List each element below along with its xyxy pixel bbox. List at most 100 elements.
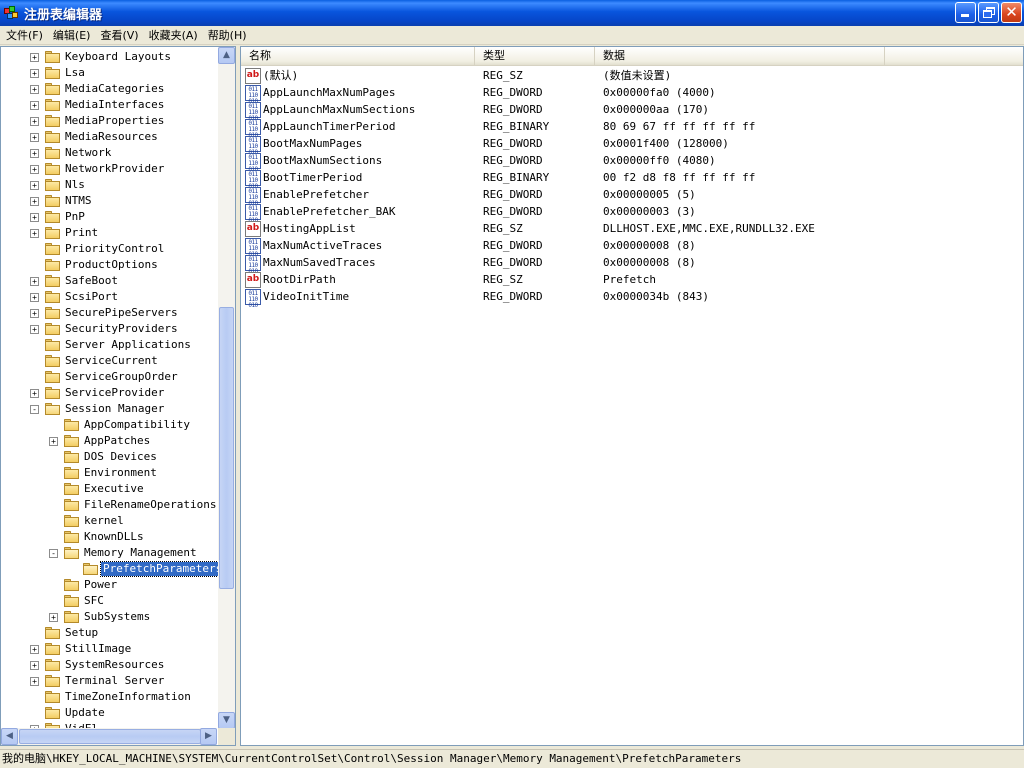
tree-item[interactable]: + MediaCategories xyxy=(1,81,217,97)
menu-help[interactable]: 帮助(H) xyxy=(204,27,253,43)
expand-icon[interactable]: + xyxy=(30,309,39,318)
value-row[interactable]: 011110010BootMaxNumPages REG_DWORD 0x0001f… xyxy=(241,136,1023,156)
expand-icon[interactable]: + xyxy=(30,133,39,142)
expand-icon[interactable]: + xyxy=(30,229,39,238)
expand-icon[interactable]: + xyxy=(30,69,39,78)
tree-item[interactable]: ProductOptions xyxy=(1,257,217,273)
value-row[interactable]: ab (默认) REG_SZ (数值未设置) xyxy=(241,68,1023,85)
values-list-pane[interactable]: 名称 类型 数据 ab(默认)REG_SZ(数值未设置)011110010App… xyxy=(240,46,1024,746)
expand-icon[interactable]: + xyxy=(30,197,39,206)
tree-item[interactable]: + ScsiPort xyxy=(1,289,217,305)
expand-icon[interactable]: + xyxy=(30,389,39,398)
column-header-type[interactable]: 类型 xyxy=(475,47,595,66)
menu-favorites[interactable]: 收藏夹(A) xyxy=(145,27,204,43)
tree-item[interactable]: + MediaInterfaces xyxy=(1,97,217,113)
tree-item[interactable]: ServiceCurrent xyxy=(1,353,217,369)
tree-item[interactable]: kernel xyxy=(1,513,217,529)
expand-icon[interactable]: + xyxy=(30,149,39,158)
tree-item[interactable]: + StillImage xyxy=(1,641,217,657)
menu-edit[interactable]: 编辑(E) xyxy=(49,27,97,43)
tree-item[interactable]: + AppPatches xyxy=(1,433,217,449)
tree-item[interactable]: AppCompatibility xyxy=(1,417,217,433)
tree-item[interactable]: Update xyxy=(1,705,217,721)
tree-horizontal-scroll-thumb[interactable] xyxy=(19,729,201,744)
tree-item[interactable]: + SecurePipeServers xyxy=(1,305,217,321)
value-row[interactable]: 011110010MaxNumActiveTraces REG_DWORD 0x00… xyxy=(241,238,1023,258)
column-header-data[interactable]: 数据 xyxy=(595,47,885,66)
value-row[interactable]: 011110010EnablePrefetcher_BAK REG_DWORD 0x… xyxy=(241,204,1023,224)
tree-item[interactable]: + SecurityProviders xyxy=(1,321,217,337)
restore-button[interactable] xyxy=(978,2,999,23)
value-row[interactable]: 011110010EnablePrefetcher REG_DWORD 0x0000… xyxy=(241,187,1023,207)
scroll-down-button[interactable]: ▼ xyxy=(218,712,235,729)
expand-icon[interactable]: + xyxy=(30,661,39,670)
tree-item[interactable]: - Session Manager xyxy=(1,401,217,417)
tree-item[interactable]: Executive xyxy=(1,481,217,497)
tree-vertical-scrollbar[interactable]: ▲ ▼ xyxy=(218,47,235,729)
tree-item[interactable]: + Network xyxy=(1,145,217,161)
tree-item[interactable]: + NTMS xyxy=(1,193,217,209)
tree-item[interactable]: + SafeBoot xyxy=(1,273,217,289)
scroll-left-button[interactable]: ◀ xyxy=(1,728,18,745)
tree-item[interactable]: PriorityControl xyxy=(1,241,217,257)
expand-icon[interactable]: + xyxy=(30,85,39,94)
value-row[interactable]: 011110010AppLaunchMaxNumSections REG_DWOR… xyxy=(241,102,1023,122)
tree-item[interactable]: DOS Devices xyxy=(1,449,217,465)
tree-item[interactable]: Setup xyxy=(1,625,217,641)
tree-item[interactable]: + Nls xyxy=(1,177,217,193)
tree-item[interactable]: ServiceGroupOrder xyxy=(1,369,217,385)
column-header-name[interactable]: 名称 xyxy=(241,47,475,66)
value-row[interactable]: ab HostingAppList REG_SZ DLLHOST.EXE,MMC.EX… xyxy=(241,221,1023,238)
expand-icon[interactable]: + xyxy=(30,277,39,286)
expand-icon[interactable]: + xyxy=(30,117,39,126)
tree-item[interactable]: + NetworkProvider xyxy=(1,161,217,177)
scroll-right-button[interactable]: ▶ xyxy=(200,728,217,745)
tree-item[interactable]: + Lsa xyxy=(1,65,217,81)
title-bar[interactable]: 注册表编辑器 ✕ xyxy=(0,0,1024,26)
tree-item[interactable]: + PnP xyxy=(1,209,217,225)
tree-vertical-scroll-thumb[interactable] xyxy=(219,307,234,589)
tree-item[interactable]: FileRenameOperations xyxy=(1,497,217,513)
expand-icon[interactable]: + xyxy=(30,165,39,174)
expand-icon[interactable]: + xyxy=(30,645,39,654)
value-row[interactable]: 011110010AppLaunchTimerPeriod REG_BINARY 8… xyxy=(241,119,1023,139)
expand-icon[interactable]: + xyxy=(30,181,39,190)
collapse-icon[interactable]: - xyxy=(30,405,39,414)
expand-icon[interactable]: + xyxy=(30,293,39,302)
tree-item[interactable]: TimeZoneInformation xyxy=(1,689,217,705)
tree-item[interactable]: Environment xyxy=(1,465,217,481)
value-row[interactable]: 011 110 010 VideoInitTime REG_DWORD 0x0000034… xyxy=(241,289,1023,309)
tree-item[interactable]: Server Applications xyxy=(1,337,217,353)
menu-view[interactable]: 查看(V) xyxy=(96,27,144,43)
expand-icon[interactable]: + xyxy=(49,613,58,622)
tree-item[interactable]: Power xyxy=(1,577,217,593)
tree-horizontal-scrollbar[interactable]: ◀ ▶ xyxy=(1,728,217,745)
value-row[interactable]: 011110010BootTimerPeriod REG_BINARY 00 f2 … xyxy=(241,170,1023,190)
tree-item[interactable]: + Keyboard Layouts xyxy=(1,49,217,65)
expand-icon[interactable]: + xyxy=(30,325,39,334)
tree-item[interactable]: KnownDLLs xyxy=(1,529,217,545)
tree-item[interactable]: + MediaResources xyxy=(1,129,217,145)
value-row[interactable]: 011110010BootMaxNumSections REG_DWORD 0x00… xyxy=(241,153,1023,173)
key-tree-pane[interactable]: + Keyboard Layouts + Lsa + MediaCategories + Me… xyxy=(0,46,236,746)
minimize-button[interactable] xyxy=(955,2,976,23)
value-row[interactable]: 011110010MaxNumSavedTraces REG_DWORD 0x000… xyxy=(241,255,1023,275)
close-button[interactable]: ✕ xyxy=(1001,2,1022,23)
tree-item[interactable]: + Terminal Server xyxy=(1,673,217,689)
tree-item[interactable]: + ServiceProvider xyxy=(1,385,217,401)
expand-icon[interactable]: + xyxy=(30,677,39,686)
expand-icon[interactable]: + xyxy=(30,101,39,110)
expand-icon[interactable]: + xyxy=(30,213,39,222)
menu-file[interactable]: 文件(F) xyxy=(2,27,49,43)
scroll-up-button[interactable]: ▲ xyxy=(218,47,235,64)
tree-item[interactable]: + Print xyxy=(1,225,217,241)
collapse-icon[interactable]: - xyxy=(49,549,58,558)
tree-item[interactable]: PrefetchParameters xyxy=(1,561,226,577)
tree-item[interactable]: + MediaProperties xyxy=(1,113,217,129)
expand-icon[interactable]: + xyxy=(49,437,58,446)
tree-item[interactable]: + SubSystems xyxy=(1,609,217,625)
value-row[interactable]: ab RootDirPath REG_SZ Prefetch xyxy=(241,272,1023,289)
tree-item[interactable]: - Memory Management xyxy=(1,545,217,561)
tree-item[interactable]: SFC xyxy=(1,593,217,609)
value-row[interactable]: 011110010AppLaunchMaxNumPages REG_DWORD 0x… xyxy=(241,85,1023,105)
